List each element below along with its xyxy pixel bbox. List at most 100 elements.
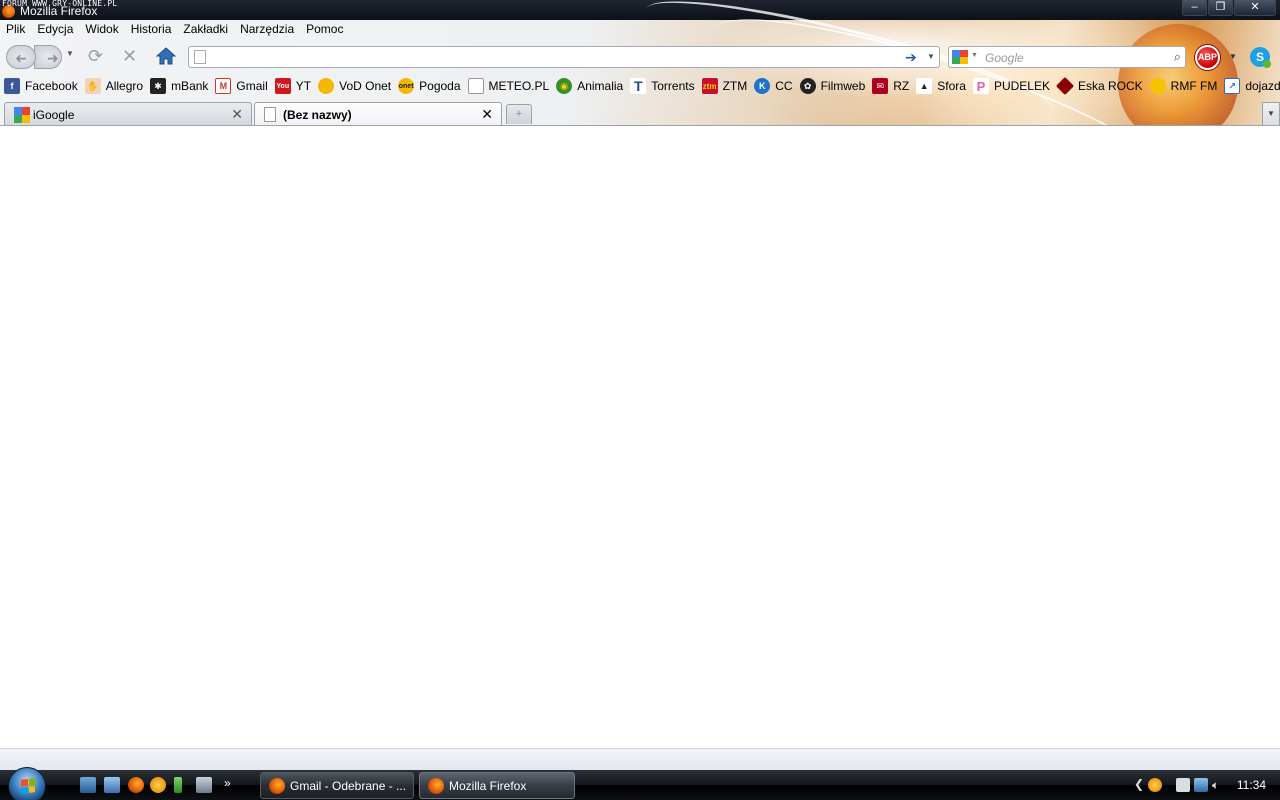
eska-icon: [1055, 76, 1075, 96]
bookmark-label: Torrents: [651, 79, 695, 93]
list-all-tabs-icon[interactable]: ▼: [1262, 102, 1280, 126]
close-window-button[interactable]: ✕: [1234, 0, 1276, 16]
close-tab-icon[interactable]: ✕: [481, 106, 493, 123]
menu-historia[interactable]: Historia: [125, 21, 178, 39]
search-engine-dropdown-icon[interactable]: ▼: [971, 52, 978, 59]
page-icon: [264, 107, 276, 122]
bookmark-sfora[interactable]: ▲ Sfora: [916, 78, 966, 94]
go-arrow-icon[interactable]: ➔: [905, 49, 917, 66]
back-arrow-icon: ➜: [15, 50, 27, 66]
history-dropdown-icon[interactable]: ▼: [66, 49, 74, 58]
menu-bar: Plik Edycja Widok Historia Zakładki Narz…: [0, 21, 349, 39]
bookmark-cc[interactable]: K CC: [754, 78, 793, 94]
menu-pomoc[interactable]: Pomoc: [300, 21, 349, 39]
bookmark-label: mBank: [171, 79, 209, 93]
device-icon[interactable]: [1176, 778, 1190, 792]
bookmark-rz[interactable]: ✉ RZ: [872, 78, 909, 94]
svg-text:S: S: [1256, 50, 1264, 64]
bookmark-meteo[interactable]: METEO.PL: [467, 78, 549, 94]
taskbar-clock[interactable]: 11:34: [1237, 778, 1266, 792]
rz-icon: ✉: [872, 78, 889, 94]
filmweb-icon: ✿: [799, 78, 816, 94]
skype-icon[interactable]: S: [1248, 45, 1272, 69]
bookmark-label: Allegro: [105, 79, 144, 93]
switch-windows-icon[interactable]: [104, 777, 120, 793]
sfora-icon: ▲: [916, 78, 933, 94]
bookmark-yt[interactable]: You YT: [274, 78, 311, 94]
media-player-icon[interactable]: [150, 777, 166, 793]
forward-button[interactable]: ➜: [34, 45, 62, 69]
windows-logo-icon: [21, 778, 35, 794]
url-input[interactable]: [213, 49, 893, 65]
avast-icon[interactable]: [1148, 778, 1162, 792]
dojazdy-icon: ↗: [1224, 78, 1241, 94]
url-dropdown-icon[interactable]: ▼: [927, 52, 935, 61]
bookmark-gmail[interactable]: M Gmail: [215, 78, 268, 94]
taskbar-button-gmail[interactable]: Gmail - Odebrane - ...: [260, 772, 414, 799]
bookmark-filmweb[interactable]: ✿ Filmweb: [799, 78, 865, 94]
bookmark-pogoda[interactable]: onet Pogoda: [398, 78, 461, 94]
network-icon[interactable]: [1194, 778, 1208, 792]
page-content[interactable]: [0, 126, 1280, 748]
tab-label: iGoogle: [33, 108, 75, 122]
maximize-button[interactable]: ❐: [1208, 0, 1233, 16]
start-button[interactable]: [8, 767, 46, 800]
page-icon: [467, 78, 484, 94]
bookmark-vod-onet[interactable]: VoD Onet: [318, 78, 391, 94]
bookmark-animalia[interactable]: ◉ Animalia: [556, 78, 623, 94]
search-icon[interactable]: ⌕: [1174, 49, 1181, 65]
stop-icon[interactable]: ✕: [122, 46, 137, 67]
quick-launch-more-icon[interactable]: »: [224, 776, 231, 790]
google-icon: [14, 107, 30, 123]
firefox-icon: [428, 778, 444, 794]
menu-plik[interactable]: Plik: [0, 21, 31, 39]
bookmark-label: dojazdy: [1245, 79, 1280, 93]
bookmark-torrents[interactable]: T Torrents: [630, 78, 695, 94]
menu-narzedzia[interactable]: Narzędzia: [234, 21, 300, 39]
adblock-dropdown-icon[interactable]: ▼: [1229, 52, 1237, 61]
status-bar: [0, 748, 1280, 770]
bookmark-pudelek[interactable]: P PUDELEK: [972, 78, 1050, 94]
firefox-icon[interactable]: [128, 777, 144, 793]
menu-widok[interactable]: Widok: [79, 21, 124, 39]
reload-icon[interactable]: ⟳: [88, 46, 103, 67]
home-icon[interactable]: [156, 47, 176, 65]
taskbar-button-firefox[interactable]: Mozilla Firefox: [419, 772, 575, 799]
bookmark-allegro[interactable]: ✋ Allegro: [84, 78, 144, 94]
menu-zakladki[interactable]: Zakładki: [177, 21, 234, 39]
volume-icon[interactable]: 🔈︎: [1212, 778, 1226, 792]
torrents-icon: T: [630, 78, 647, 94]
bookmark-rmf-fm[interactable]: RMF FM: [1149, 78, 1217, 94]
bookmark-ztm[interactable]: ztm ZTM: [701, 78, 747, 94]
show-desktop-icon[interactable]: [80, 777, 96, 793]
tab-igoogle[interactable]: iGoogle ✕: [4, 102, 252, 126]
movie-maker-icon[interactable]: [196, 777, 212, 793]
search-input[interactable]: [985, 50, 1165, 65]
adblock-plus-button[interactable]: ABP: [1195, 45, 1220, 70]
bookmark-label: PUDELEK: [993, 79, 1050, 93]
show-hidden-icons-icon[interactable]: ❮: [1134, 777, 1144, 791]
cc-icon: K: [754, 78, 771, 94]
system-tray: ❮ 🔈︎ 11:34: [1134, 770, 1280, 800]
taskbar-button-label: Gmail - Odebrane - ...: [290, 779, 407, 793]
search-bar[interactable]: ▼ ⌕: [948, 46, 1186, 68]
mbank-icon: ✱: [150, 78, 167, 94]
close-tab-icon[interactable]: ✕: [231, 106, 243, 123]
new-tab-button[interactable]: +: [506, 104, 532, 124]
back-button[interactable]: ➜: [6, 45, 36, 69]
bookmark-facebook[interactable]: f Facebook: [4, 78, 78, 94]
winamp-icon[interactable]: [174, 777, 182, 793]
window-titlebar[interactable]: FORUM WWW.GRY-ONLINE.PL Mozilla Firefox …: [0, 0, 1280, 20]
gmail-icon: M: [215, 78, 232, 94]
bookmark-eska-rock[interactable]: Eska ROCK: [1055, 76, 1143, 96]
address-bar[interactable]: ➔ ▼: [188, 46, 940, 68]
minimize-button[interactable]: –: [1182, 0, 1207, 16]
bookmark-label: Facebook: [25, 79, 78, 93]
menu-edycja[interactable]: Edycja: [31, 21, 79, 39]
animalia-icon: ◉: [556, 78, 573, 94]
tab-bez-nazwy[interactable]: (Bez nazwy) ✕: [254, 102, 502, 126]
google-icon[interactable]: [952, 50, 968, 64]
bookmark-label: Eska ROCK: [1077, 79, 1143, 93]
bookmark-mbank[interactable]: ✱ mBank: [150, 78, 208, 94]
bookmark-dojazdy[interactable]: ↗ dojazdy: [1224, 78, 1280, 94]
